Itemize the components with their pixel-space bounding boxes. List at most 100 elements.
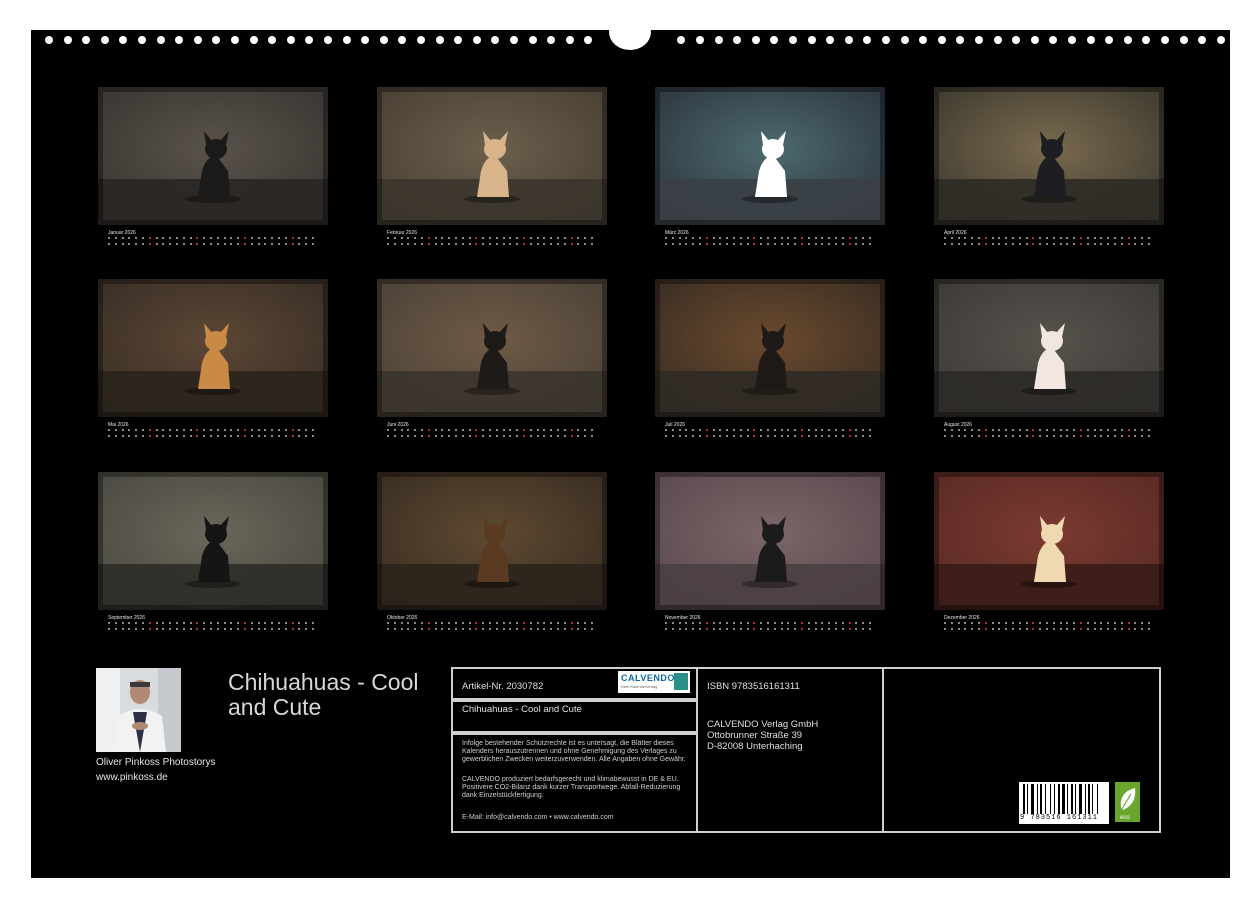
binding-hole xyxy=(138,36,146,44)
month-photo xyxy=(655,279,885,417)
binding-hole xyxy=(119,36,128,44)
author-photo xyxy=(96,668,181,752)
binding-hole xyxy=(1216,36,1225,44)
binding-hole xyxy=(975,36,983,44)
day-grid xyxy=(387,237,597,248)
binding-hole xyxy=(1142,36,1151,44)
day-grid xyxy=(108,429,318,440)
month-photo xyxy=(98,472,328,610)
binding-hole xyxy=(528,36,537,44)
binding-hole xyxy=(212,36,221,44)
binding-hole xyxy=(789,36,797,44)
day-grid xyxy=(108,622,318,633)
binding-hole xyxy=(156,36,165,44)
binding-hole xyxy=(993,36,1002,44)
day-grid xyxy=(944,429,1154,440)
binding-hole xyxy=(1105,36,1114,44)
binding-hole xyxy=(249,36,258,44)
binding-hole xyxy=(714,36,723,44)
binding-hole xyxy=(1161,36,1169,44)
calvendo-tagline: Dein Kalenderverlag xyxy=(621,684,658,689)
month-label: Dezember 2026 xyxy=(944,615,980,621)
binding-hole xyxy=(584,36,593,44)
contact-line: E-Mail: info@calvendo.com • www.calvendo… xyxy=(462,814,614,821)
month-photo xyxy=(934,87,1164,225)
binding-hole xyxy=(826,36,835,44)
month-photo xyxy=(377,472,607,610)
month-photo xyxy=(655,472,885,610)
sustainability-notice: CALVENDO produziert bedarfsgerecht und k… xyxy=(462,776,681,799)
article-number: Artikel-Nr. 2030782 xyxy=(462,681,544,692)
binding-hole xyxy=(919,36,928,44)
barcode-digits: 9 783516 161311 xyxy=(1020,814,1108,822)
binding-hole xyxy=(1030,36,1039,44)
binding-hole xyxy=(435,36,444,44)
binding-hole xyxy=(696,36,704,44)
binding-hole xyxy=(1049,36,1058,44)
month-label: Mai 2026 xyxy=(108,422,129,428)
product-title: Chihuahuas - Cool and Cute xyxy=(462,704,582,715)
binding-hole xyxy=(82,36,91,44)
day-grid xyxy=(665,429,875,440)
month-photo xyxy=(377,87,607,225)
binding-hole xyxy=(63,36,72,44)
binding-hole xyxy=(361,36,370,44)
binding-hole xyxy=(547,36,556,44)
legal-notice: Infolge bestehender Schutzrechte ist es … xyxy=(462,740,686,763)
month-photo xyxy=(934,472,1164,610)
calvendo-logo: CALVENDO Dein Kalenderverlag xyxy=(618,671,690,693)
eco-text: eco xyxy=(1120,815,1130,821)
day-grid xyxy=(387,429,597,440)
binding-hole xyxy=(1123,36,1132,44)
day-grid xyxy=(944,237,1154,248)
publisher-name: CALVENDO Verlag GmbH xyxy=(707,719,819,730)
binding-hole xyxy=(379,36,388,44)
binding-hole xyxy=(398,36,407,44)
binding-hole xyxy=(1179,36,1188,44)
binding-hole xyxy=(677,36,686,44)
binding-hole xyxy=(231,36,239,44)
binding-hole xyxy=(565,36,574,44)
month-label: März 2026 xyxy=(665,230,689,236)
month-label: Februar 2026 xyxy=(387,230,418,236)
binding-hole xyxy=(1198,36,1207,44)
month-label: Januar 2026 xyxy=(108,230,136,236)
binding-hole xyxy=(1068,36,1076,44)
binding-hole xyxy=(733,36,742,44)
binding-hole xyxy=(1086,36,1095,44)
binding-hole xyxy=(956,36,965,44)
day-grid xyxy=(944,622,1154,633)
month-label: Juli 2026 xyxy=(665,422,686,428)
calendar-hanger xyxy=(609,14,651,50)
month-photo xyxy=(934,279,1164,417)
day-grid xyxy=(108,237,318,248)
binding-hole xyxy=(937,36,946,44)
binding-hole xyxy=(100,36,109,44)
month-label: September 2026 xyxy=(108,615,145,621)
month-label: August 2026 xyxy=(944,422,973,428)
binding-hole xyxy=(863,36,872,44)
month-label: November 2026 xyxy=(665,615,701,621)
day-grid xyxy=(665,237,875,248)
day-grid xyxy=(665,622,875,633)
calendar-title: Chihuahuas - Cool and Cute xyxy=(228,669,419,720)
binding-hole xyxy=(770,36,779,44)
binding-hole xyxy=(807,36,816,44)
month-photo xyxy=(377,279,607,417)
month-photo xyxy=(98,87,328,225)
binding-hole xyxy=(268,36,277,44)
month-label: April 2026 xyxy=(944,230,967,236)
binding-hole xyxy=(751,36,760,44)
publisher-street: Ottobrunner Straße 39 xyxy=(707,730,803,741)
binding-hole xyxy=(324,36,332,44)
eco-label-icon: eco xyxy=(1115,782,1140,822)
binding-hole xyxy=(286,36,295,44)
day-grid xyxy=(387,622,597,633)
binding-hole xyxy=(1012,36,1021,44)
binding-hole xyxy=(882,36,890,44)
calvendo-wordmark: CALVENDO xyxy=(621,673,675,683)
binding-hole xyxy=(45,36,53,44)
publisher-city: D-82008 Unterhaching xyxy=(707,741,803,752)
binding-hole xyxy=(491,36,500,44)
author-name: Oliver Pinkoss Photostorys xyxy=(96,757,216,768)
